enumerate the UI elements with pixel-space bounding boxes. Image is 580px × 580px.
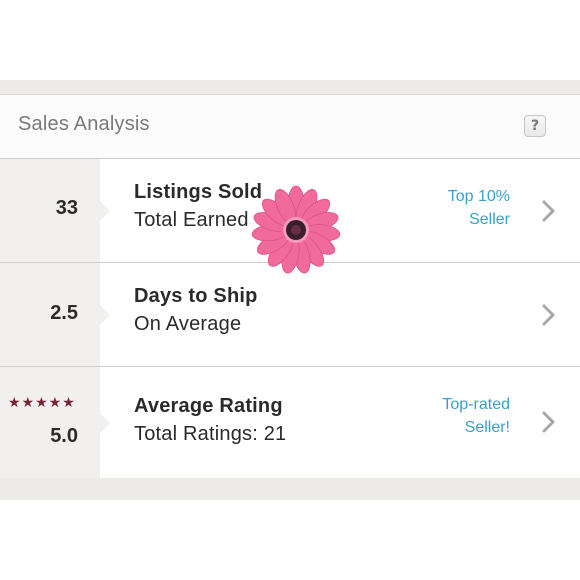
badge-line1: Top-rated bbox=[442, 396, 510, 413]
top-margin bbox=[0, 0, 580, 80]
chevron-right-icon[interactable] bbox=[542, 304, 556, 326]
total-earned-label: Total Earned bbox=[134, 209, 249, 231]
stat-column: 2.5 bbox=[0, 263, 110, 366]
frame-band-top bbox=[0, 80, 580, 94]
panel-header: Sales Analysis ? bbox=[0, 95, 580, 159]
page-title: Sales Analysis bbox=[18, 113, 150, 135]
help-button[interactable]: ? bbox=[524, 115, 546, 137]
listings-sold-value: 33 bbox=[55, 197, 78, 219]
badge-line2: Seller! bbox=[464, 419, 510, 436]
average-rating-value: 5.0 bbox=[50, 425, 78, 447]
average-rating-row[interactable]: ★★★★★ 5.0 Average Rating Total Ratings: … bbox=[0, 367, 580, 479]
star-rating-icon: ★★★★★ bbox=[8, 395, 76, 411]
stat-column: 33 bbox=[0, 159, 110, 262]
stat-column: ★★★★★ 5.0 bbox=[0, 367, 110, 479]
days-to-ship-title: Days to Ship bbox=[134, 285, 258, 307]
top-seller-badge: Top 10% Seller bbox=[448, 185, 510, 231]
listings-sold-title: Listings Sold bbox=[134, 181, 263, 203]
top-rated-badge: Top-rated Seller! bbox=[442, 393, 510, 439]
sales-analysis-panel: Sales Analysis ? 33 Listings Sold Total … bbox=[0, 94, 580, 479]
badge-line2: Seller bbox=[469, 211, 510, 228]
on-average-label: On Average bbox=[134, 313, 242, 335]
total-ratings-label: Total Ratings: 21 bbox=[134, 423, 287, 445]
days-to-ship-value: 2.5 bbox=[50, 302, 78, 324]
chevron-right-icon[interactable] bbox=[542, 411, 556, 433]
average-rating-title: Average Rating bbox=[134, 395, 283, 417]
badge-line1: Top 10% bbox=[447, 188, 510, 205]
flower-icon bbox=[251, 185, 341, 274]
chevron-right-icon[interactable] bbox=[542, 200, 556, 222]
days-to-ship-row[interactable]: 2.5 Days to Ship On Average bbox=[0, 263, 580, 367]
frame-band-bottom bbox=[0, 478, 580, 500]
